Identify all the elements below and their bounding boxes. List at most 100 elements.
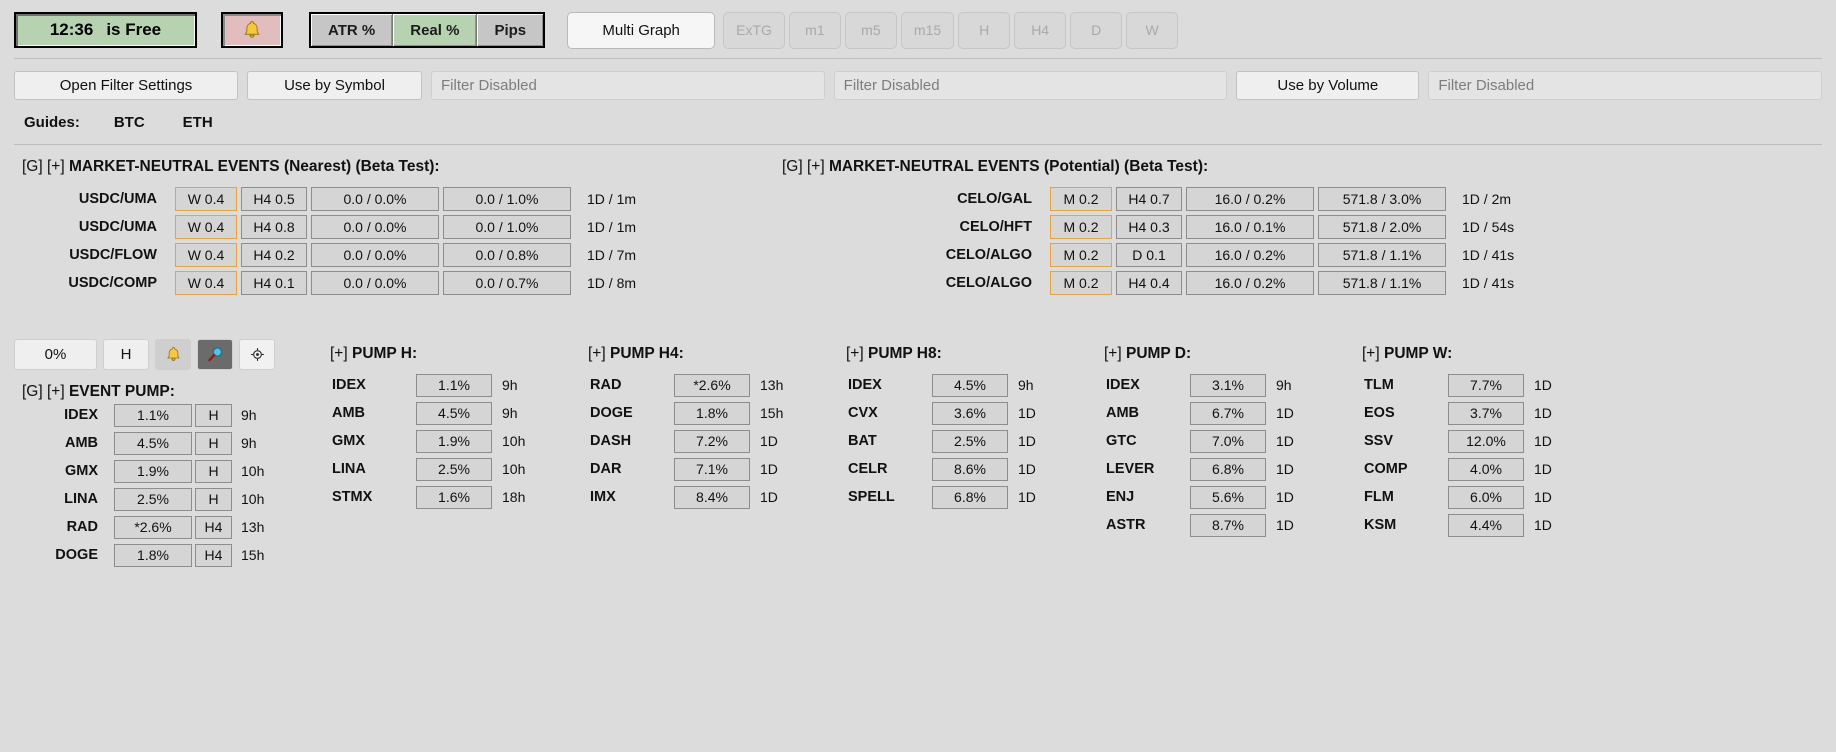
pump-value[interactable]: 4.0%	[1448, 457, 1524, 481]
list-item[interactable]: LINA 2.5% H 10h	[14, 485, 320, 513]
mn-cell-col3[interactable]: 16.0 / 0.2%	[1186, 187, 1314, 211]
market-neutral-potential-header[interactable]: [G] [+] MARKET-NEUTRAL EVENTS (Potential…	[782, 158, 1520, 176]
mn-cell-col3[interactable]: 0.0 / 0.0%	[311, 187, 439, 211]
timeframe-h4[interactable]: H4	[1014, 11, 1067, 49]
segment-atr-percent[interactable]: ATR %	[311, 14, 394, 46]
list-item[interactable]: DAR 7.1% 1D	[578, 455, 836, 483]
timeframe-m5[interactable]: m5	[844, 11, 897, 49]
pump-value[interactable]: 1.8%	[674, 401, 750, 425]
mn-cell-tf1[interactable]: W 0.4	[175, 187, 237, 211]
pump-value[interactable]: 4.4%	[1448, 513, 1524, 537]
segment-pips[interactable]: Pips	[477, 14, 544, 46]
mn-cell-col3[interactable]: 0.0 / 0.0%	[311, 215, 439, 239]
event-pump-prefix[interactable]: [G] [+]	[22, 383, 69, 400]
mn-cell-tf1[interactable]: M 0.2	[1050, 243, 1112, 267]
list-item[interactable]: KSM 4.4% 1D	[1352, 511, 1610, 539]
scan-toggle-button[interactable]	[197, 339, 233, 370]
list-item[interactable]: SPELL 6.8% 1D	[836, 483, 1094, 511]
event-pump-timeframe[interactable]: H	[195, 487, 232, 511]
event-pump-value[interactable]: 1.8%	[114, 543, 192, 567]
pump-value[interactable]: *2.6%	[674, 373, 750, 397]
event-pump-value[interactable]: 4.5%	[114, 431, 192, 455]
list-item[interactable]: AMB 4.5% 9h	[320, 399, 578, 427]
list-item[interactable]: GMX 1.9% 10h	[320, 427, 578, 455]
mn-cell-col3[interactable]: 16.0 / 0.2%	[1186, 271, 1314, 295]
timeframe-m1[interactable]: m1	[788, 11, 841, 49]
mn-cell-col3[interactable]: 0.0 / 0.0%	[311, 243, 439, 267]
table-row[interactable]: CELO/ALGO M 0.2 D 0.1 16.0 / 0.2% 571.8 …	[770, 241, 1520, 269]
event-pump-value[interactable]: 1.1%	[114, 403, 192, 427]
event-pump-value[interactable]: 2.5%	[114, 487, 192, 511]
list-item[interactable]: LINA 2.5% 10h	[320, 455, 578, 483]
use-by-volume-button[interactable]: Use by Volume	[1236, 71, 1420, 100]
list-item[interactable]: DASH 7.2% 1D	[578, 427, 836, 455]
pump-value[interactable]: 7.2%	[674, 429, 750, 453]
settings-toggle-button[interactable]	[239, 339, 275, 370]
alert-bell-button[interactable]	[221, 12, 283, 48]
mn-cell-col4[interactable]: 0.0 / 0.7%	[443, 271, 571, 295]
pump-value[interactable]: 7.1%	[674, 457, 750, 481]
pump-value[interactable]: 4.5%	[416, 401, 492, 425]
timeframe-extg[interactable]: ExTG	[723, 11, 785, 49]
list-item[interactable]: ENJ 5.6% 1D	[1094, 483, 1352, 511]
guide-btc[interactable]: BTC	[114, 114, 145, 131]
mn-cell-tf1[interactable]: M 0.2	[1050, 187, 1112, 211]
event-pump-timeframe[interactable]: H	[195, 403, 232, 427]
table-row[interactable]: USDC/UMA W 0.4 H4 0.5 0.0 / 0.0% 0.0 / 1…	[0, 185, 760, 213]
pump-h8-header[interactable]: [+] PUMP H8:	[836, 345, 1094, 363]
mn-potential-prefix[interactable]: [G] [+]	[782, 158, 829, 175]
timeframe-h[interactable]: H	[958, 11, 1011, 49]
event-pump-value[interactable]: *2.6%	[114, 515, 192, 539]
timeframe-d[interactable]: D	[1070, 11, 1123, 49]
pump-value[interactable]: 1.1%	[416, 373, 492, 397]
mn-cell-tf2[interactable]: H4 0.2	[241, 243, 307, 267]
list-item[interactable]: RAD *2.6% 13h	[578, 371, 836, 399]
list-item[interactable]: SSV 12.0% 1D	[1352, 427, 1610, 455]
timeframe-w[interactable]: W	[1126, 11, 1179, 49]
list-item[interactable]: CELR 8.6% 1D	[836, 455, 1094, 483]
pump-w-prefix[interactable]: [+]	[1362, 345, 1384, 362]
event-pump-header[interactable]: [G] [+] EVENT PUMP:	[22, 383, 320, 401]
pump-value[interactable]: 8.4%	[674, 485, 750, 509]
list-item[interactable]: AMB 6.7% 1D	[1094, 399, 1352, 427]
event-pump-timeframe[interactable]: H4	[195, 543, 232, 567]
pump-value[interactable]: 2.5%	[932, 429, 1008, 453]
list-item[interactable]: STMX 1.6% 18h	[320, 483, 578, 511]
pump-h-prefix[interactable]: [+]	[330, 345, 352, 362]
mn-cell-col4[interactable]: 0.0 / 1.0%	[443, 215, 571, 239]
table-row[interactable]: USDC/COMP W 0.4 H4 0.1 0.0 / 0.0% 0.0 / …	[0, 269, 760, 297]
mn-cell-col4[interactable]: 0.0 / 0.8%	[443, 243, 571, 267]
mn-cell-col4[interactable]: 571.8 / 1.1%	[1318, 271, 1446, 295]
pump-h4-prefix[interactable]: [+]	[588, 345, 610, 362]
mn-cell-col4[interactable]: 571.8 / 2.0%	[1318, 215, 1446, 239]
mn-cell-col4[interactable]: 571.8 / 3.0%	[1318, 187, 1446, 211]
pump-w-header[interactable]: [+] PUMP W:	[1352, 345, 1610, 363]
mn-cell-tf1[interactable]: W 0.4	[175, 271, 237, 295]
mn-cell-tf2[interactable]: H4 0.7	[1116, 187, 1182, 211]
pump-h4-header[interactable]: [+] PUMP H4:	[578, 345, 836, 363]
list-item[interactable]: ASTR 8.7% 1D	[1094, 511, 1352, 539]
list-item[interactable]: RAD *2.6% H4 13h	[14, 513, 320, 541]
pump-d-prefix[interactable]: [+]	[1104, 345, 1126, 362]
list-item[interactable]: IDEX 1.1% H 9h	[14, 401, 320, 429]
pump-value[interactable]: 2.5%	[416, 457, 492, 481]
table-row[interactable]: USDC/UMA W 0.4 H4 0.8 0.0 / 0.0% 0.0 / 1…	[0, 213, 760, 241]
pump-h8-prefix[interactable]: [+]	[846, 345, 868, 362]
pump-value[interactable]: 1.9%	[416, 429, 492, 453]
list-item[interactable]: IDEX 4.5% 9h	[836, 371, 1094, 399]
alert-toggle-button[interactable]	[155, 339, 191, 370]
table-row[interactable]: CELO/GAL M 0.2 H4 0.7 16.0 / 0.2% 571.8 …	[770, 185, 1520, 213]
list-item[interactable]: FLM 6.0% 1D	[1352, 483, 1610, 511]
table-row[interactable]: CELO/HFT M 0.2 H4 0.3 16.0 / 0.1% 571.8 …	[770, 213, 1520, 241]
list-item[interactable]: CVX 3.6% 1D	[836, 399, 1094, 427]
clock-status-button[interactable]: 12:36 is Free	[14, 12, 197, 48]
pump-value[interactable]: 7.7%	[1448, 373, 1524, 397]
open-filter-settings-button[interactable]: Open Filter Settings	[14, 71, 238, 100]
list-item[interactable]: DOGE 1.8% 15h	[578, 399, 836, 427]
table-row[interactable]: USDC/FLOW W 0.4 H4 0.2 0.0 / 0.0% 0.0 / …	[0, 241, 760, 269]
list-item[interactable]: DOGE 1.8% H4 15h	[14, 541, 320, 569]
segment-real-percent[interactable]: Real %	[393, 14, 478, 46]
mn-cell-col3[interactable]: 16.0 / 0.2%	[1186, 243, 1314, 267]
mn-cell-tf1[interactable]: M 0.2	[1050, 271, 1112, 295]
pump-value[interactable]: 3.1%	[1190, 373, 1266, 397]
